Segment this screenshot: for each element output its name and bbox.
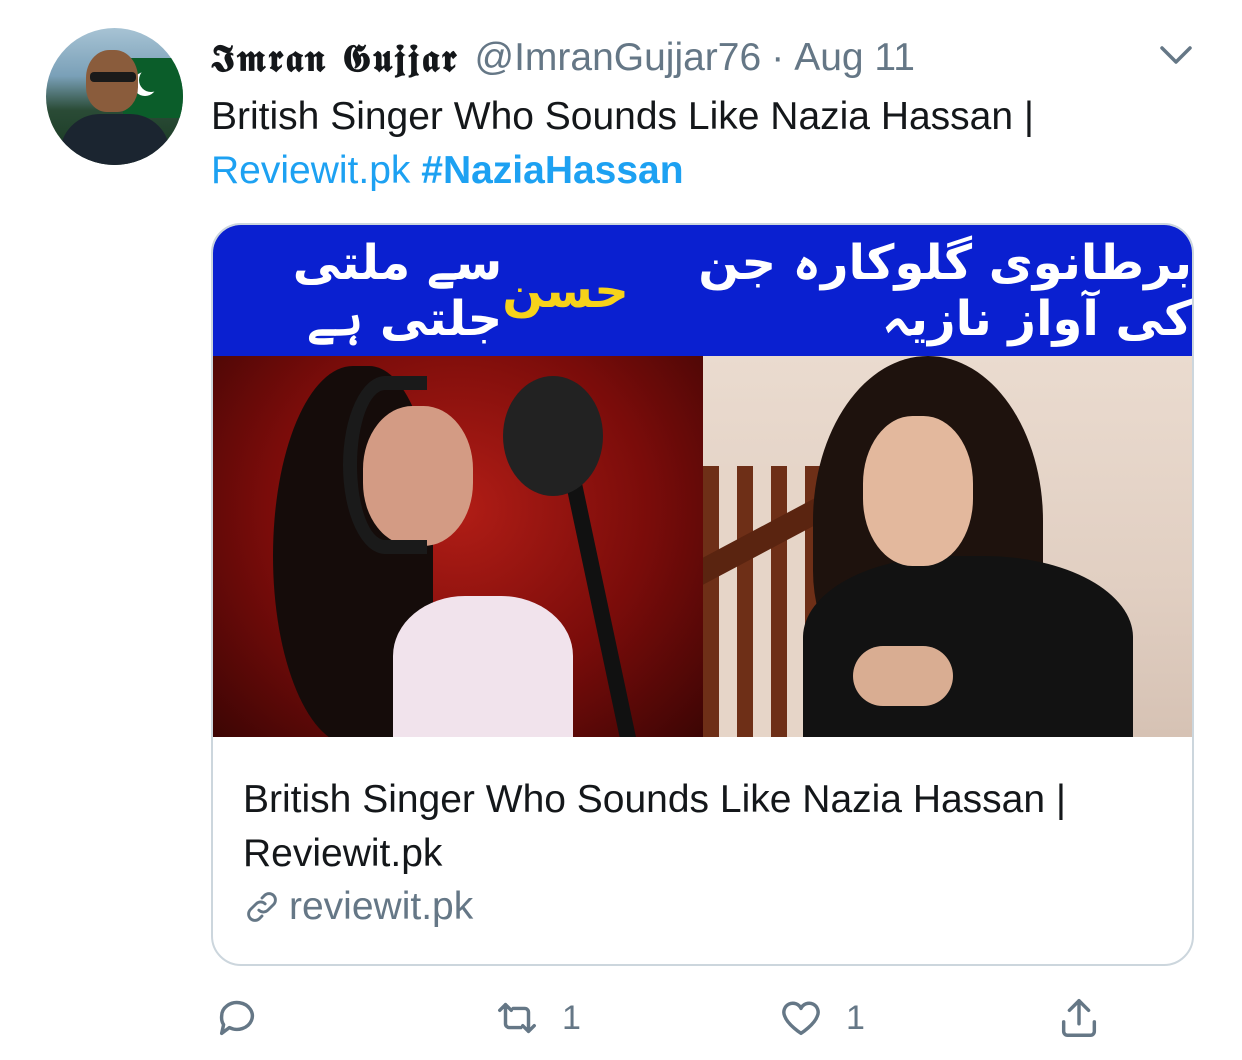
like-count: 1: [846, 998, 865, 1037]
tweet-date[interactable]: Aug 11: [794, 36, 915, 80]
card-domain-text: reviewit.pk: [289, 885, 474, 928]
reply-icon: [219, 1000, 255, 1036]
tweet-header: 𝕴𝖒𝖗𝖆𝖓 𝕲𝖚𝖏𝖏𝖆𝖗 @ImranGujjar76 · Aug 11: [211, 30, 915, 86]
chevron-down-icon[interactable]: [1156, 40, 1196, 70]
microphone: [503, 376, 603, 496]
nazia-dress: [803, 556, 1133, 737]
mic-stand: [565, 477, 637, 737]
tweet-link[interactable]: Reviewit.pk: [211, 149, 410, 192]
separator: ·: [771, 36, 785, 79]
avatar-sunglasses: [90, 72, 136, 82]
link-icon: [247, 892, 277, 922]
nazia-arm: [853, 646, 953, 706]
avatar[interactable]: [46, 28, 183, 165]
banner-text-1: برطانوی گلوکارہ جن کی آواز نازیہ: [698, 234, 1192, 347]
tweet-actions: 1 1: [0, 995, 1242, 1055]
singer-top: [393, 596, 573, 737]
card-title: British Singer Who Sounds Like Nazia Has…: [243, 778, 1067, 875]
retweet-icon: [498, 1002, 536, 1034]
share-button[interactable]: [1056, 995, 1102, 1041]
banner-text-highlight: حسن: [502, 262, 629, 319]
singer-photo: [213, 356, 703, 737]
share-icon: [1061, 999, 1097, 1037]
hashtag-link[interactable]: #NaziaHassan: [421, 149, 683, 192]
tweet-text: British Singer Who Sounds Like Nazia Has…: [211, 90, 1191, 198]
reply-button[interactable]: [214, 995, 260, 1041]
author-name[interactable]: 𝕴𝖒𝖗𝖆𝖓 𝕲𝖚𝖏𝖏𝖆𝖗: [211, 35, 458, 81]
tweet-body: British Singer Who Sounds Like Nazia Has…: [211, 95, 1035, 138]
like-icon: [782, 1001, 820, 1036]
headphones: [343, 376, 427, 554]
like-button[interactable]: 1: [778, 995, 865, 1041]
nazia-photo: [703, 356, 1192, 737]
nazia-face: [863, 416, 973, 566]
avatar-shirt: [60, 114, 170, 165]
link-card[interactable]: برطانوی گلوکارہ جن کی آواز نازیہ حسن سے …: [211, 223, 1194, 966]
retweet-button[interactable]: 1: [494, 995, 581, 1041]
author-handle[interactable]: @ImranGujjar76: [474, 36, 761, 80]
banner-text-2: سے ملتی جلتی ہے: [292, 234, 503, 347]
avatar-crescent: [139, 68, 163, 92]
card-domain: reviewit.pk: [243, 885, 473, 929]
card-banner: برطانوی گلوکارہ جن کی آواز نازیہ حسن سے …: [213, 225, 1192, 356]
retweet-count: 1: [562, 998, 581, 1037]
